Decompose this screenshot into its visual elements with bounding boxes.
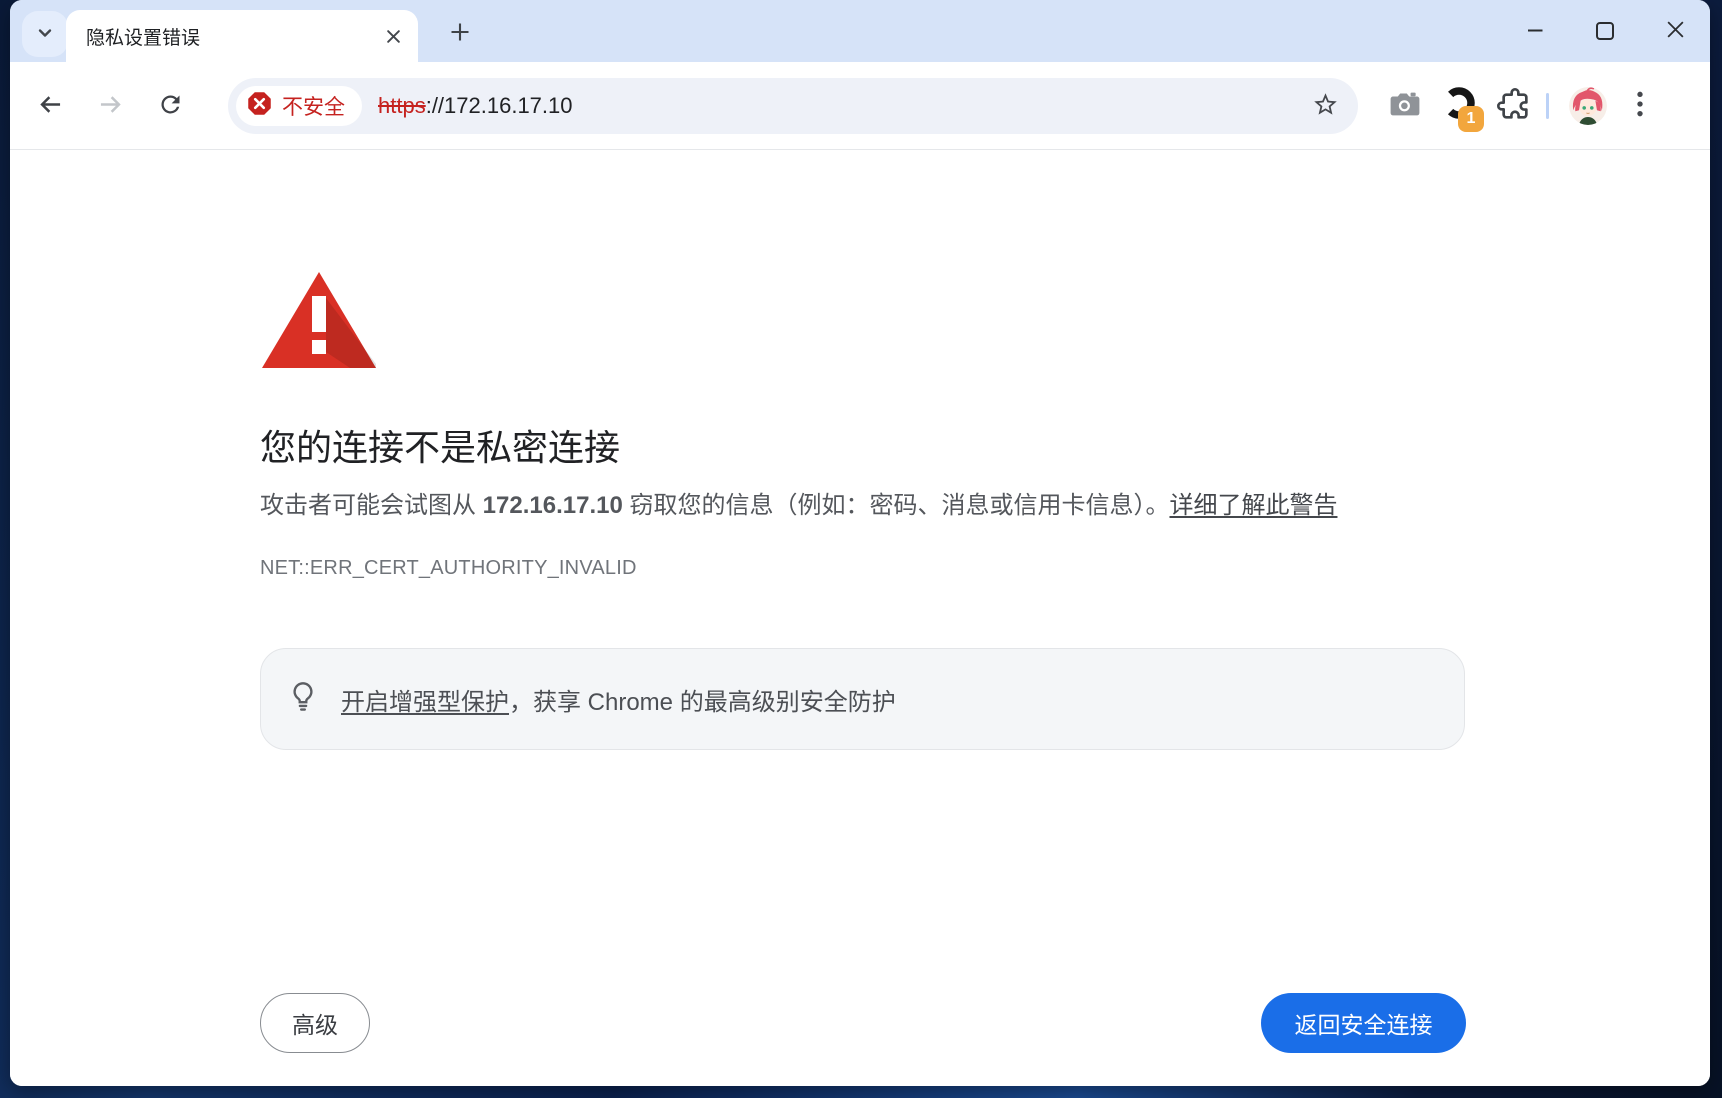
desktop-background: 隐私设置错误 (0, 0, 1722, 1098)
window-controls (1500, 0, 1710, 62)
arrow-right-icon (97, 91, 124, 121)
minimize-button[interactable] (1500, 0, 1570, 62)
screenshot-extension-button[interactable] (1382, 83, 1428, 129)
tab-title: 隐私设置错误 (86, 23, 378, 50)
forward-button[interactable] (86, 82, 134, 130)
enhanced-protection-rest: ，获享 Chrome 的最高级别安全防护 (509, 689, 896, 716)
learn-more-link[interactable]: 详细了解此警告 (1169, 492, 1337, 519)
toolbar-separator (1546, 93, 1549, 119)
advanced-button[interactable]: 高级 (260, 993, 370, 1053)
description-prefix: 攻击者可能会试图从 (260, 492, 483, 519)
extensions-button[interactable] (1490, 83, 1536, 129)
description-suffix: 窃取您的信息（例如：密码、消息或信用卡信息）。 (623, 492, 1170, 519)
tab-close-icon[interactable] (378, 21, 408, 51)
address-bar[interactable]: 不安全 https://172.16.17.10 (228, 78, 1358, 134)
minimize-icon (1526, 21, 1544, 42)
tab-strip: 隐私设置错误 (10, 0, 1710, 62)
profile-avatar-button[interactable] (1569, 86, 1609, 126)
page-title: 您的连接不是私密连接 (260, 419, 620, 471)
bookmark-star-button[interactable] (1306, 87, 1344, 125)
menu-button[interactable] (1617, 83, 1663, 129)
enhanced-protection-text: 开启增强型保护，获享 Chrome 的最高级别安全防护 (341, 682, 896, 717)
close-window-button[interactable] (1640, 0, 1710, 62)
lightbulb-icon (287, 680, 319, 719)
attacker-host: 172.16.17.10 (483, 492, 623, 519)
browser-toolbar: 不安全 https://172.16.17.10 1 (10, 62, 1710, 150)
extension-c-button[interactable]: 1 (1436, 83, 1482, 129)
enhanced-protection-banner: 开启增强型保护，获享 Chrome 的最高级别安全防护 (260, 648, 1465, 750)
warning-triangle-icon (260, 270, 378, 375)
extension-badge: 1 (1458, 106, 1484, 132)
chevron-down-icon (35, 23, 55, 46)
back-button[interactable] (26, 82, 74, 130)
reload-button[interactable] (146, 82, 194, 130)
browser-tab[interactable]: 隐私设置错误 (66, 10, 418, 62)
error-code: NET::ERR_CERT_AUTHORITY_INVALID (260, 557, 637, 580)
error-page-content: 您的连接不是私密连接 攻击者可能会试图从 172.16.17.10 窃取您的信息… (10, 151, 1710, 1086)
puzzle-icon (1497, 88, 1529, 123)
camera-icon (1387, 86, 1423, 125)
not-secure-label: 不安全 (282, 91, 345, 121)
plus-icon (448, 20, 472, 47)
star-icon (1312, 91, 1339, 121)
maximize-button[interactable] (1570, 0, 1640, 62)
browser-window: 隐私设置错误 (10, 0, 1710, 1086)
danger-stop-icon (246, 90, 273, 122)
not-secure-chip[interactable]: 不安全 (236, 86, 362, 126)
error-description: 攻击者可能会试图从 172.16.17.10 窃取您的信息（例如：密码、消息或信… (260, 485, 1337, 520)
new-tab-button[interactable] (440, 13, 480, 53)
url-scheme-struck: https (378, 93, 426, 118)
arrow-left-icon (37, 91, 64, 121)
tab-search-button[interactable] (22, 11, 68, 57)
back-to-safety-button[interactable]: 返回安全连接 (1261, 993, 1466, 1053)
reload-icon (157, 91, 184, 121)
enhanced-protection-link[interactable]: 开启增强型保护 (341, 689, 509, 716)
kebab-menu-icon (1627, 89, 1653, 122)
url-text: https://172.16.17.10 (378, 93, 573, 119)
maximize-icon (1596, 22, 1614, 40)
url-rest: ://172.16.17.10 (426, 93, 573, 118)
close-icon (1665, 19, 1686, 43)
avatar (1569, 87, 1607, 125)
